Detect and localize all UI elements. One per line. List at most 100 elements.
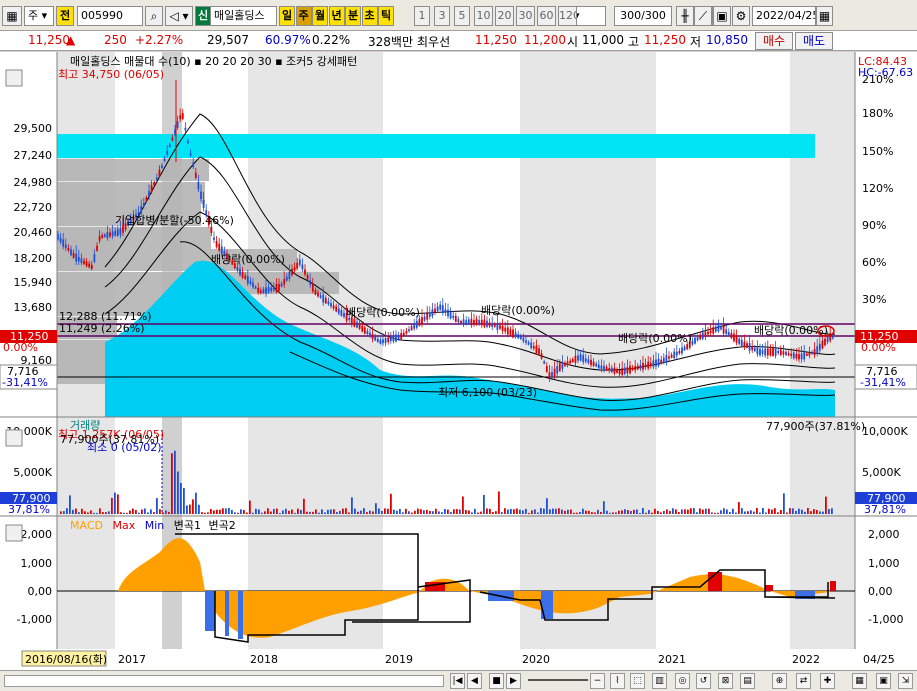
volume-settings-icon[interactable] [5,429,23,447]
period-button[interactable]: 일 [279,6,295,26]
interval-button[interactable]: 5 [454,6,470,26]
candle-body [501,325,504,331]
gear-icon[interactable]: ⚙ [732,6,750,26]
sell-button[interactable]: 매도 [795,32,833,50]
volume-bar [549,509,551,514]
zoom-out-icon[interactable]: − [590,673,605,689]
period-button[interactable]: 월 [312,6,328,26]
candle-body [761,350,764,354]
low-tag-right-pct: -31,41% [860,376,906,389]
candle-body [421,317,423,324]
tool-icon-6[interactable]: ⊠ [718,673,733,689]
candle-body [616,369,618,373]
interval-button[interactable]: 30 [516,6,535,26]
interval-button[interactable]: 10 [474,6,493,26]
candle-body [116,229,119,236]
volume-bar [798,508,800,514]
interval-button[interactable]: 60 [537,6,556,26]
tool-icon-3[interactable]: ▥ [652,673,667,689]
speaker-icon[interactable]: ◁ ▾ [165,6,193,26]
up-arrow-icon: ▲ [66,33,76,47]
volume-y-tick: 5,000K [862,466,901,479]
stop-icon[interactable]: ■ [489,673,504,689]
prev-icon[interactable]: ◀ [467,673,482,689]
candle-body [720,326,722,330]
annotation-dividend-2: 배당락(0.00%) [346,306,420,319]
tool-icon-13[interactable]: ⇲ [898,673,913,689]
market-select[interactable]: 주 ▾ [24,6,54,26]
tool-icon-2[interactable]: ⬚ [630,673,645,689]
candle-body [613,367,616,374]
period-button[interactable]: 초 [361,6,378,26]
volume-bar [96,512,98,514]
candle-body [439,304,442,310]
interval-button[interactable]: 3 [434,6,450,26]
tool-icon-4[interactable]: ◎ [675,673,690,689]
candle-body [452,315,455,318]
buy-button[interactable]: 매수 [755,32,793,50]
candle-body [327,301,330,305]
candle-body [72,252,75,258]
grid-icon[interactable]: ▦ [2,6,22,26]
date-input[interactable]: 2022/04/25 [752,6,816,26]
jeon-button[interactable]: 전 [56,6,74,26]
tool-icon-8[interactable]: ⊕ [772,673,787,689]
volume-bar [405,508,407,514]
volume-bar [744,511,746,514]
volume-bar [417,508,419,514]
candle-body [527,342,530,345]
scroll-bar[interactable]: |◀ ◀ ■ ▶ − ⌇ ⬚ ▥ ◎ ↺ ⊠ ▤ ⊕ ⇄ ✚ ▦ ▣ ⇲ [0,670,917,691]
tool-icon-11[interactable]: ▦ [852,673,867,689]
candle-body [538,348,540,355]
panel-settings-icon[interactable] [5,69,23,87]
volume-bar [264,511,266,514]
volume-bar [711,512,713,514]
candle-body [618,369,621,375]
volume-bar [204,512,206,514]
sin-button[interactable]: 신 [195,6,211,26]
period-button[interactable]: 분 [345,6,361,26]
tool-icon-1[interactable]: ⌇ [610,673,625,689]
tool-icon-12[interactable]: ▣ [876,673,891,689]
search-icon[interactable]: ⌕ [145,6,163,26]
period-button[interactable]: 년 [328,6,345,26]
candle-body [517,334,520,339]
tool-icon-9[interactable]: ⇄ [796,673,811,689]
price-y-tick: 18,200 [14,252,53,265]
first-icon[interactable]: |◀ [450,673,465,689]
period-button[interactable]: 틱 [378,6,394,26]
tool-icon-7[interactable]: ▤ [740,673,755,689]
code-input[interactable]: 005990 [77,6,143,26]
volume-bar [471,512,473,514]
volume-bar [804,511,806,514]
candle-body [85,261,88,267]
volume-bar [144,508,146,514]
interval-button[interactable]: 1 [414,6,430,26]
volume-bar [507,509,509,514]
trend-icon[interactable]: ⟋ [694,6,712,26]
tool-icon-10[interactable]: ✚ [820,673,835,689]
candle-icon[interactable]: ╫ [676,6,694,26]
interval-button[interactable]: 20 [495,6,514,26]
volume-bar [177,471,179,514]
interval-button[interactable]: 120 [558,6,577,26]
zoom-slider[interactable] [528,679,588,681]
next-icon[interactable]: ▶ [506,673,521,689]
candle-body [514,332,517,338]
volume-bar [768,508,770,514]
volume-bar [540,508,542,514]
volume-bar [102,512,104,514]
count-input[interactable]: 300/300 [614,6,672,26]
calendar-icon[interactable]: ▦ [816,6,833,26]
volume-bar [279,512,281,514]
period-button[interactable]: 주 [295,6,312,26]
candle-body [434,308,436,313]
volume-bar [690,508,692,514]
volume-bar [720,510,722,514]
volume-ratio: 60.97% [265,33,311,47]
tool-icon-5[interactable]: ↺ [696,673,711,689]
macd-settings-icon[interactable] [5,524,23,542]
volume-bar [621,510,623,514]
disk-icon[interactable]: ▣ [713,6,731,26]
scroll-track[interactable] [4,675,444,687]
